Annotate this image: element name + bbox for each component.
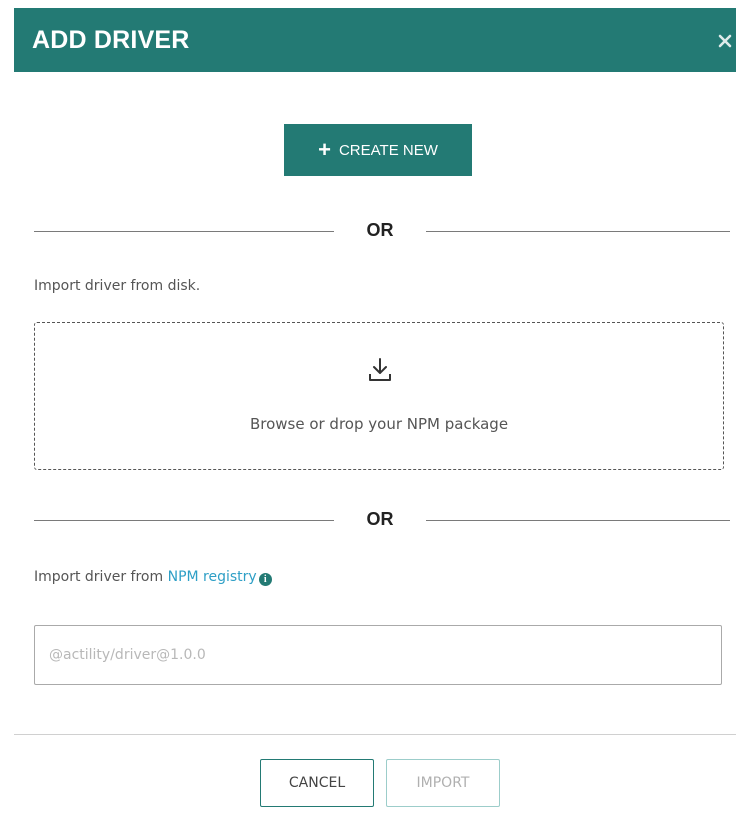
- close-icon[interactable]: [716, 32, 734, 50]
- or-divider-1: OR: [34, 220, 730, 244]
- or-text: OR: [366, 220, 394, 240]
- disk-import-label: Import driver from disk.: [34, 278, 201, 294]
- dialog-header: ADD DRIVER: [14, 8, 736, 72]
- footer-divider: [14, 734, 736, 735]
- create-new-label: CREATE NEW: [338, 141, 438, 159]
- dialog-title: ADD DRIVER: [32, 26, 190, 54]
- registry-import-label: Import driver from NPM registry i: [34, 569, 272, 586]
- info-icon[interactable]: i: [258, 573, 272, 586]
- import-button[interactable]: IMPORT: [386, 759, 500, 807]
- dropzone-text: Browse or drop your NPM package: [249, 415, 509, 433]
- download-icon: [369, 358, 391, 381]
- add-driver-dialog: ADD DRIVER + CREATE NEW OR Import driver…: [14, 8, 736, 826]
- npm-registry-link[interactable]: NPM registry: [168, 569, 257, 585]
- or-text: OR: [366, 509, 394, 529]
- create-new-button[interactable]: + CREATE NEW: [284, 124, 472, 176]
- plus-icon: +: [318, 137, 331, 162]
- cancel-button[interactable]: CANCEL: [260, 759, 374, 807]
- or-divider-2: OR: [34, 509, 730, 533]
- package-dropzone[interactable]: Browse or drop your NPM package: [34, 322, 724, 470]
- npm-package-input[interactable]: [34, 625, 722, 685]
- registry-label-prefix: Import driver from: [34, 569, 164, 585]
